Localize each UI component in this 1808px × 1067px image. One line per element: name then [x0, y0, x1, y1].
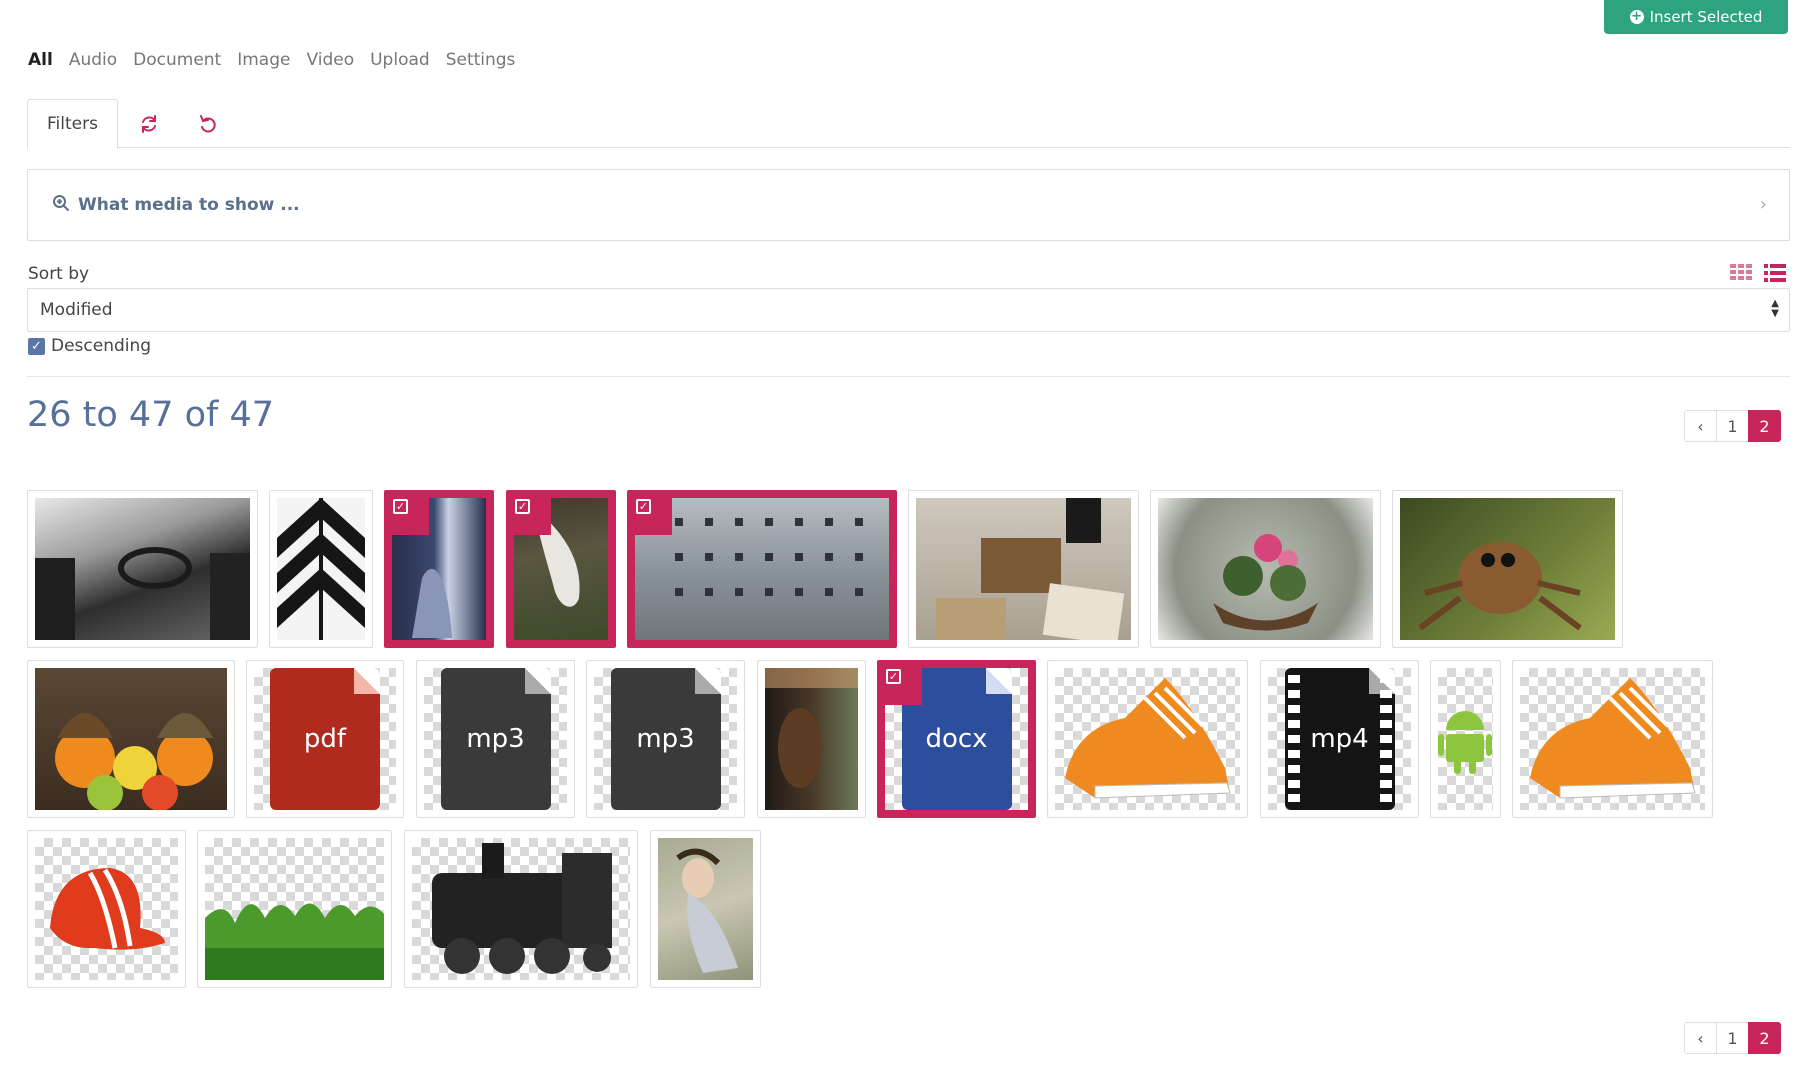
search-plus-icon [52, 194, 70, 216]
media-tile[interactable] [27, 490, 258, 648]
media-thumbnail [765, 668, 858, 810]
tab-settings[interactable]: Settings [446, 50, 516, 70]
media-thumbnail [205, 838, 384, 980]
plus-circle-icon: + [1629, 9, 1644, 24]
media-tile[interactable] [1430, 660, 1501, 818]
prev-page-button[interactable]: ‹ [1684, 1022, 1717, 1054]
media-thumbnail [35, 838, 178, 980]
media-thumbnail: mp4 [1268, 668, 1411, 810]
selected-badge: ✓ [878, 661, 922, 705]
media-thumbnail [658, 838, 753, 980]
check-square-icon: ✓ [515, 499, 530, 514]
select-arrows-icon: ▲ ▼ [1771, 298, 1779, 319]
view-toggle [1730, 264, 1786, 286]
results-count: 26 to 47 of 47 [27, 395, 274, 435]
media-thumbnail [1158, 498, 1373, 640]
check-square-icon: ✓ [393, 499, 408, 514]
tab-audio[interactable]: Audio [69, 50, 117, 70]
check-square-icon: ✓ [636, 499, 651, 514]
media-tile[interactable]: mp3 [416, 660, 575, 818]
descending-option[interactable]: ✓ Descending [28, 336, 151, 356]
media-tile-selected[interactable]: ✓ [627, 490, 897, 648]
media-tile[interactable] [1047, 660, 1248, 818]
sort-select[interactable]: Modified ▲ ▼ [27, 288, 1790, 332]
media-tile-selected[interactable]: ✓ [384, 490, 494, 648]
tab-all[interactable]: All [28, 50, 53, 70]
page-1-button[interactable]: 1 [1716, 1022, 1749, 1054]
selected-badge: ✓ [628, 491, 672, 535]
tab-upload[interactable]: Upload [370, 50, 430, 70]
page-2-button[interactable]: 2 [1748, 410, 1781, 442]
prev-page-button[interactable]: ‹ [1684, 410, 1717, 442]
media-thumbnail [35, 498, 250, 640]
media-tile[interactable] [650, 830, 761, 988]
insert-selected-button[interactable]: + Insert Selected [1604, 0, 1788, 34]
media-tile[interactable] [1150, 490, 1381, 648]
media-tile[interactable] [1392, 490, 1623, 648]
media-filter-panel[interactable]: What media to show ... › [27, 169, 1790, 241]
mp3-file-icon: mp3 [610, 668, 721, 810]
list-view-icon[interactable] [1764, 264, 1786, 286]
descending-label: Descending [51, 336, 152, 356]
chevron-right-icon: › [1759, 194, 1767, 215]
filters-tab[interactable]: Filters [27, 99, 118, 149]
tab-document[interactable]: Document [133, 50, 221, 70]
media-tile-selected[interactable]: docx ✓ [877, 660, 1036, 818]
mp3-file-icon: mp3 [440, 668, 551, 810]
media-thumbnail [35, 668, 227, 810]
grid-view-icon[interactable] [1730, 264, 1752, 286]
tab-image[interactable]: Image [237, 50, 290, 70]
media-thumbnail: mp3 [594, 668, 737, 810]
selected-badge: ✓ [385, 491, 429, 535]
descending-checkbox[interactable]: ✓ [28, 337, 45, 355]
media-tile-selected[interactable]: ✓ [506, 490, 616, 648]
undo-icon[interactable] [197, 113, 219, 135]
media-thumbnail [1520, 668, 1705, 810]
media-tile[interactable] [1512, 660, 1713, 818]
mp4-file-icon: mp4 [1284, 668, 1395, 810]
tab-video[interactable]: Video [306, 50, 354, 70]
media-thumbnail [1055, 668, 1240, 810]
pdf-file-icon: pdf [270, 668, 380, 810]
insert-selected-label: Insert Selected [1649, 8, 1763, 26]
refresh-icon[interactable] [138, 113, 160, 135]
media-tile[interactable]: pdf [246, 660, 404, 818]
selected-badge: ✓ [507, 491, 551, 535]
media-tile[interactable] [404, 830, 638, 988]
media-tile[interactable] [269, 490, 373, 648]
media-type-tabs: All Audio Document Image Video Upload Se… [28, 50, 515, 70]
media-tile[interactable]: mp4 [1260, 660, 1419, 818]
check-square-icon: ✓ [886, 669, 901, 684]
media-thumbnail [1438, 668, 1493, 810]
page-2-button[interactable]: 2 [1748, 1022, 1781, 1054]
media-tile[interactable] [908, 490, 1139, 648]
media-tile[interactable] [27, 830, 186, 988]
divider [27, 376, 1790, 377]
media-tile[interactable]: mp3 [586, 660, 745, 818]
media-thumbnail: mp3 [424, 668, 567, 810]
media-thumbnail [277, 498, 365, 640]
media-thumbnail [412, 838, 630, 980]
page-1-button[interactable]: 1 [1716, 410, 1749, 442]
media-thumbnail: pdf [254, 668, 396, 810]
media-thumbnail [916, 498, 1131, 640]
filter-toolbar: Filters [27, 99, 1790, 149]
pagination-top: ‹ 1 2 [1684, 410, 1781, 442]
media-tile[interactable] [197, 830, 392, 988]
media-tile[interactable] [757, 660, 866, 818]
pagination-bottom: ‹ 1 2 [1684, 1022, 1781, 1054]
sort-select-value: Modified [40, 300, 113, 320]
filter-prompt: What media to show ... [78, 195, 300, 215]
sort-by-label: Sort by [28, 264, 90, 284]
media-thumbnail [635, 498, 889, 640]
media-tile[interactable] [27, 660, 235, 818]
media-thumbnail [1400, 498, 1615, 640]
